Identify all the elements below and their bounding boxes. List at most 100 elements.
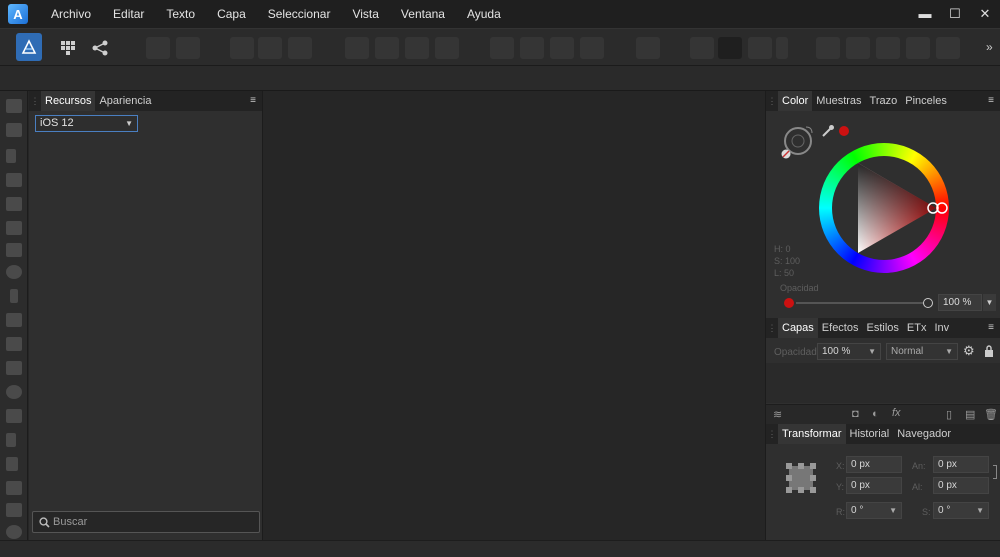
place-image-tool-icon[interactable]	[6, 313, 22, 327]
pixel-persona-icon[interactable]	[56, 36, 80, 60]
lock-icon[interactable]	[984, 345, 994, 357]
menu-ventana[interactable]: Ventana	[390, 0, 456, 28]
x-field[interactable]: 0 px	[846, 456, 902, 473]
ellipse-tool-icon[interactable]	[6, 385, 22, 399]
tab-apariencia[interactable]: Apariencia	[95, 91, 155, 111]
toolbar-button[interactable]	[230, 37, 254, 59]
blend-mode-select[interactable]: Normal ▼	[886, 343, 958, 360]
menu-editar[interactable]: Editar	[102, 0, 155, 28]
share-icon[interactable]	[88, 36, 112, 60]
minimize-button[interactable]: ▬	[910, 6, 940, 22]
toolbar-button[interactable]	[936, 37, 960, 59]
y-field[interactable]: 0 px	[846, 477, 902, 494]
menu-capa[interactable]: Capa	[206, 0, 257, 28]
fill-tool-icon[interactable]	[6, 265, 22, 279]
move-tool-icon[interactable]	[6, 99, 22, 113]
menu-texto[interactable]: Texto	[155, 0, 206, 28]
toolbar-button[interactable]	[258, 37, 282, 59]
opacity-field[interactable]: 100 %	[938, 294, 982, 311]
toolbar-button[interactable]	[906, 37, 930, 59]
vector-brush-tool-icon[interactable]	[6, 243, 22, 257]
zoom-tool-icon[interactable]	[6, 481, 22, 495]
toolbar-button[interactable]	[146, 37, 170, 59]
toolbar-button[interactable]	[550, 37, 574, 59]
fx-icon[interactable]: fx	[892, 407, 901, 419]
toolbar-button[interactable]	[636, 37, 660, 59]
toolbar-button[interactable]	[690, 37, 714, 59]
fill-stroke-swatches[interactable]	[780, 121, 816, 161]
link-aspect-icon[interactable]	[993, 465, 997, 479]
tab-color[interactable]: Color	[778, 91, 813, 111]
assets-category-select[interactable]: iOS 12 ▼	[35, 115, 138, 132]
h-field[interactable]: 0 px	[933, 477, 989, 494]
layers-stack-icon[interactable]: ≋	[773, 408, 782, 421]
tab-muestras[interactable]: Muestras	[812, 91, 865, 111]
gear-icon[interactable]: ⚙	[963, 343, 975, 359]
menu-ayuda[interactable]: Ayuda	[456, 0, 512, 28]
corner-tool-icon[interactable]	[6, 173, 22, 187]
trash-icon[interactable]: 🗑	[984, 408, 998, 421]
toolbar-button[interactable]	[490, 37, 514, 59]
opacity-slider-handle[interactable]	[923, 298, 933, 308]
hand-tool-icon[interactable]	[6, 503, 22, 517]
panel-menu-button[interactable]: ≡	[982, 318, 1000, 338]
tab-transformar[interactable]: Transformar	[778, 424, 846, 444]
panel-menu-button[interactable]: ≡	[244, 91, 262, 111]
toolbar-button[interactable]	[435, 37, 459, 59]
panel-grip-icon[interactable]: ⋮	[766, 91, 778, 111]
toolbar-button[interactable]	[405, 37, 429, 59]
pen-tool-icon[interactable]	[6, 197, 22, 211]
anchor-point-selector[interactable]	[784, 461, 818, 495]
toolbar-button[interactable]	[345, 37, 369, 59]
layers-list[interactable]	[766, 363, 1000, 403]
new-layer-icon[interactable]: ▯	[946, 408, 952, 421]
toolbar-button[interactable]	[520, 37, 544, 59]
tab-navegador[interactable]: Navegador	[893, 424, 955, 444]
layer-opacity-select[interactable]: 100 % ▼	[817, 343, 881, 360]
panel-grip-icon[interactable]: ⋮	[766, 424, 778, 444]
eyedropper-icon[interactable]	[821, 124, 835, 138]
view-tool-icon[interactable]	[6, 525, 22, 539]
rotation-field[interactable]: 0 ° ▼	[846, 502, 902, 519]
menu-seleccionar[interactable]: Seleccionar	[257, 0, 342, 28]
close-button[interactable]: ✕	[970, 6, 1000, 22]
tab-inv[interactable]: Inv	[930, 318, 953, 338]
toolbar-dropdown[interactable]	[776, 37, 788, 59]
color-triangle[interactable]	[819, 143, 949, 273]
mask-icon[interactable]: ◘	[852, 408, 859, 420]
rectangle-tool-icon[interactable]	[6, 361, 22, 375]
designer-persona-button[interactable]	[16, 33, 42, 61]
toolbar-button[interactable]	[876, 37, 900, 59]
toolbar-button[interactable]	[288, 37, 312, 59]
panel-menu-button[interactable]: ≡	[982, 91, 1000, 111]
toolbar-button[interactable]	[816, 37, 840, 59]
tab-efectos[interactable]: Efectos	[818, 318, 863, 338]
assets-search-input[interactable]: Buscar	[32, 511, 260, 533]
node-tool-icon[interactable]	[6, 149, 16, 163]
tab-trazo[interactable]: Trazo	[866, 91, 902, 111]
panel-grip-icon[interactable]: ⋮	[766, 318, 778, 338]
toolbar-overflow-button[interactable]: »	[986, 40, 993, 54]
toolbar-button[interactable]	[580, 37, 604, 59]
tab-historial[interactable]: Historial	[846, 424, 894, 444]
adjustment-icon[interactable]: ◐	[872, 408, 879, 420]
tab-pinceles[interactable]: Pinceles	[901, 91, 951, 111]
color-picker-tool-icon[interactable]	[6, 457, 18, 471]
tab-etx[interactable]: ETx	[903, 318, 931, 338]
shear-field[interactable]: 0 ° ▼	[933, 502, 989, 519]
toolbar-button[interactable]	[176, 37, 200, 59]
w-field[interactable]: 0 px	[933, 456, 989, 473]
pencil-tool-icon[interactable]	[6, 221, 22, 235]
tab-estilos[interactable]: Estilos	[862, 318, 902, 338]
tab-capas[interactable]: Capas	[778, 318, 818, 338]
text-tool-icon[interactable]	[6, 433, 16, 447]
artboard-tool-icon[interactable]	[6, 123, 22, 137]
toolbar-button[interactable]	[375, 37, 399, 59]
current-color-swatch[interactable]	[839, 126, 849, 136]
shape-tool-icon[interactable]	[6, 409, 22, 423]
group-icon[interactable]: ▤	[965, 408, 975, 421]
transparency-tool-icon[interactable]	[10, 289, 18, 303]
toolbar-button[interactable]	[718, 37, 742, 59]
opacity-dropdown[interactable]: ▼	[983, 294, 996, 311]
tab-recursos[interactable]: Recursos	[41, 91, 96, 111]
